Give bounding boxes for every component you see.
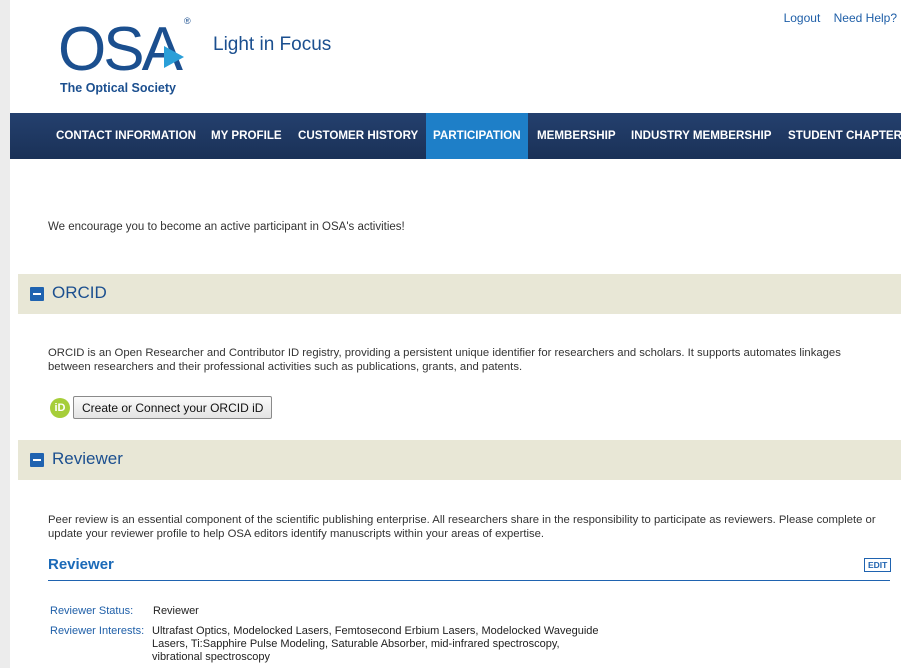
- site-tagline: Light in Focus: [213, 34, 332, 55]
- logout-link[interactable]: Logout: [784, 11, 821, 25]
- nav-my-profile[interactable]: MY PROFILE: [211, 113, 282, 159]
- reviewer-interests-value: Ultrafast Optics, Modelocked Lasers, Fem…: [152, 625, 602, 664]
- intro-text: We encourage you to become an active par…: [48, 221, 405, 233]
- subheading-divider: [48, 580, 890, 581]
- edit-reviewer-button[interactable]: EDIT: [864, 558, 892, 572]
- reviewer-interests-text: Ultrafast Optics, Modelocked Lasers, Fem…: [152, 625, 599, 663]
- reviewer-interests-label: Reviewer Interests:: [50, 625, 145, 637]
- reviewer-status-label: Reviewer Status:: [50, 605, 134, 617]
- reviewer-section-header[interactable]: Reviewer: [18, 440, 901, 480]
- nav-contact-information[interactable]: CONTACT INFORMATION: [56, 113, 196, 159]
- logo-registered: ®: [184, 16, 191, 26]
- orcid-section-header[interactable]: ORCID: [18, 274, 901, 314]
- logo-subtitle: The Optical Society: [60, 81, 176, 95]
- help-link[interactable]: Need Help?: [834, 11, 897, 25]
- reviewer-status-value: Reviewer: [153, 605, 199, 617]
- reviewer-subheading: Reviewer: [48, 556, 114, 573]
- orcid-section-title: ORCID: [52, 283, 107, 302]
- nav-customer-history[interactable]: CUSTOMER HISTORY: [298, 113, 418, 159]
- nav-membership[interactable]: MEMBERSHIP: [537, 113, 616, 159]
- reviewer-section-title: Reviewer: [52, 449, 123, 468]
- top-links: Logout Need Help?: [774, 11, 897, 25]
- left-margin-bar: [0, 0, 10, 668]
- orcid-description: ORCID is an Open Researcher and Contribu…: [48, 347, 841, 373]
- nav-student-chapter[interactable]: STUDENT CHAPTER: [788, 113, 901, 159]
- nav-participation[interactable]: PARTICIPATION: [426, 113, 528, 159]
- reviewer-description: Peer review is an essential component of…: [48, 514, 876, 540]
- collapse-icon[interactable]: [30, 453, 44, 467]
- orcid-connect-button[interactable]: Create or Connect your ORCID iD: [73, 396, 273, 419]
- osa-logo[interactable]: OSA ® The Optical Society: [56, 12, 206, 102]
- main-nav: CONTACT INFORMATION MY PROFILE CUSTOMER …: [10, 113, 901, 159]
- orcid-id-icon: iD: [50, 398, 70, 418]
- nav-industry-membership[interactable]: INDUSTRY MEMBERSHIP: [631, 113, 771, 159]
- site-header: OSA ® The Optical Society Light in Focus…: [10, 0, 901, 113]
- collapse-icon[interactable]: [30, 287, 44, 301]
